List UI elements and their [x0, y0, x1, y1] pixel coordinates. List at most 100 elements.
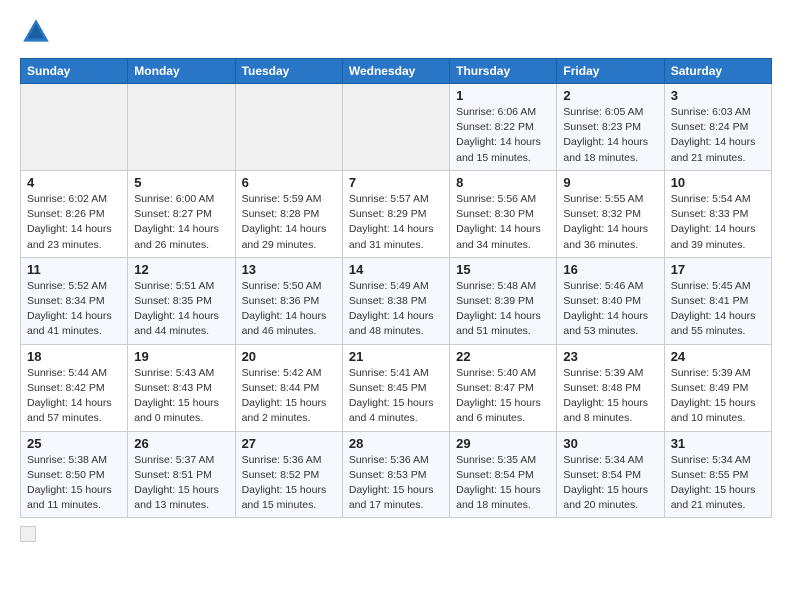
- day-number: 25: [27, 436, 121, 451]
- day-cell: 23Sunrise: 5:39 AM Sunset: 8:48 PM Dayli…: [557, 344, 664, 431]
- day-info: Sunrise: 5:46 AM Sunset: 8:40 PM Dayligh…: [563, 279, 657, 340]
- day-cell: 19 Sunrise: 5:43 AM Sunset: 8:43 PM Dayli…: [128, 344, 235, 431]
- day-cell: 24 Sunrise: 5:39 AM Sunset: 8:49 PM Dayli…: [664, 344, 771, 431]
- day-info: Sunrise: 6:03 AM Sunset: 8:24 PM Dayligh…: [671, 105, 765, 166]
- weekday-header-monday: Monday: [128, 59, 235, 84]
- day-cell: 30 Sunrise: 5:34 AM Sunset: 8:54 PM Dayli…: [557, 431, 664, 518]
- weekday-header-friday: Friday: [557, 59, 664, 84]
- day-info: Sunrise: 5:34 AM Sunset: 8:55 PM Dayligh…: [671, 453, 765, 514]
- day-number: 13: [242, 262, 336, 277]
- day-info: Sunrise: 5:51 AM Sunset: 8:35 PM Dayligh…: [134, 279, 228, 340]
- day-number: 21: [349, 349, 443, 364]
- day-info: Sunrise: 5:52 AM Sunset: 8:34 PM Dayligh…: [27, 279, 121, 340]
- day-info: Sunrise: 5:41 AM Sunset: 8:45 PM Dayligh…: [349, 366, 443, 427]
- day-number: 14: [349, 262, 443, 277]
- day-cell: 27Sunrise: 5:36 AM Sunset: 8:52 PM Dayli…: [235, 431, 342, 518]
- calendar-body: 1Sunrise: 6:06 AM Sunset: 8:22 PM Daylig…: [21, 84, 772, 518]
- day-cell: [128, 84, 235, 171]
- week-row-1: 1Sunrise: 6:06 AM Sunset: 8:22 PM Daylig…: [21, 84, 772, 171]
- day-cell: 15Sunrise: 5:48 AM Sunset: 8:39 PM Dayli…: [450, 257, 557, 344]
- week-row-4: 18 Sunrise: 5:44 AM Sunset: 8:42 PM Dayli…: [21, 344, 772, 431]
- day-cell: 16 Sunrise: 5:46 AM Sunset: 8:40 PM Dayli…: [557, 257, 664, 344]
- day-info: Sunrise: 5:37 AM Sunset: 8:51 PM Dayligh…: [134, 453, 228, 514]
- day-cell: 14 Sunrise: 5:49 AM Sunset: 8:38 PM Dayli…: [342, 257, 449, 344]
- day-info: Sunrise: 5:56 AM Sunset: 8:30 PM Dayligh…: [456, 192, 550, 253]
- day-cell: [235, 84, 342, 171]
- day-info: Sunrise: 5:39 AM Sunset: 8:49 PM Dayligh…: [671, 366, 765, 427]
- day-info: Sunrise: 5:44 AM Sunset: 8:42 PM Dayligh…: [27, 366, 121, 427]
- logo-icon: [20, 16, 52, 48]
- day-number: 1: [456, 88, 550, 103]
- day-number: 23: [563, 349, 657, 364]
- day-number: 24: [671, 349, 765, 364]
- day-cell: 10Sunrise: 5:54 AM Sunset: 8:33 PM Dayli…: [664, 170, 771, 257]
- week-row-3: 11 Sunrise: 5:52 AM Sunset: 8:34 PM Dayli…: [21, 257, 772, 344]
- day-number: 3: [671, 88, 765, 103]
- day-number: 20: [242, 349, 336, 364]
- day-cell: 22 Sunrise: 5:40 AM Sunset: 8:47 PM Dayli…: [450, 344, 557, 431]
- weekday-header-wednesday: Wednesday: [342, 59, 449, 84]
- day-cell: 11 Sunrise: 5:52 AM Sunset: 8:34 PM Dayli…: [21, 257, 128, 344]
- header: [20, 16, 772, 48]
- day-cell: 4Sunrise: 6:02 AM Sunset: 8:26 PM Daylig…: [21, 170, 128, 257]
- day-number: 6: [242, 175, 336, 190]
- day-info: Sunrise: 5:36 AM Sunset: 8:53 PM Dayligh…: [349, 453, 443, 514]
- day-cell: 6 Sunrise: 5:59 AM Sunset: 8:28 PM Daylig…: [235, 170, 342, 257]
- day-info: Sunrise: 5:57 AM Sunset: 8:29 PM Dayligh…: [349, 192, 443, 253]
- day-cell: 21 Sunrise: 5:41 AM Sunset: 8:45 PM Dayli…: [342, 344, 449, 431]
- week-row-2: 4Sunrise: 6:02 AM Sunset: 8:26 PM Daylig…: [21, 170, 772, 257]
- day-cell: 29Sunrise: 5:35 AM Sunset: 8:54 PM Dayli…: [450, 431, 557, 518]
- day-info: Sunrise: 5:49 AM Sunset: 8:38 PM Dayligh…: [349, 279, 443, 340]
- week-row-5: 25 Sunrise: 5:38 AM Sunset: 8:50 PM Dayli…: [21, 431, 772, 518]
- day-number: 19: [134, 349, 228, 364]
- day-info: Sunrise: 5:45 AM Sunset: 8:41 PM Dayligh…: [671, 279, 765, 340]
- weekday-header-tuesday: Tuesday: [235, 59, 342, 84]
- day-number: 5: [134, 175, 228, 190]
- day-info: Sunrise: 5:35 AM Sunset: 8:54 PM Dayligh…: [456, 453, 550, 514]
- day-cell: 31 Sunrise: 5:34 AM Sunset: 8:55 PM Dayli…: [664, 431, 771, 518]
- day-number: 30: [563, 436, 657, 451]
- day-number: 27: [242, 436, 336, 451]
- day-cell: [21, 84, 128, 171]
- day-cell: 12Sunrise: 5:51 AM Sunset: 8:35 PM Dayli…: [128, 257, 235, 344]
- day-cell: 7Sunrise: 5:57 AM Sunset: 8:29 PM Daylig…: [342, 170, 449, 257]
- day-cell: [342, 84, 449, 171]
- day-number: 28: [349, 436, 443, 451]
- day-number: 4: [27, 175, 121, 190]
- day-number: 26: [134, 436, 228, 451]
- legend-color-swatch: [20, 526, 36, 542]
- day-cell: 17 Sunrise: 5:45 AM Sunset: 8:41 PM Dayli…: [664, 257, 771, 344]
- day-number: 16: [563, 262, 657, 277]
- day-number: 17: [671, 262, 765, 277]
- day-cell: 1Sunrise: 6:06 AM Sunset: 8:22 PM Daylig…: [450, 84, 557, 171]
- day-number: 22: [456, 349, 550, 364]
- day-cell: 25 Sunrise: 5:38 AM Sunset: 8:50 PM Dayli…: [21, 431, 128, 518]
- day-cell: 8 Sunrise: 5:56 AM Sunset: 8:30 PM Daylig…: [450, 170, 557, 257]
- weekday-header-sunday: Sunday: [21, 59, 128, 84]
- day-cell: 26 Sunrise: 5:37 AM Sunset: 8:51 PM Dayli…: [128, 431, 235, 518]
- day-number: 11: [27, 262, 121, 277]
- weekday-header-saturday: Saturday: [664, 59, 771, 84]
- day-info: Sunrise: 5:38 AM Sunset: 8:50 PM Dayligh…: [27, 453, 121, 514]
- day-info: Sunrise: 5:59 AM Sunset: 8:28 PM Dayligh…: [242, 192, 336, 253]
- day-cell: 3 Sunrise: 6:03 AM Sunset: 8:24 PM Daylig…: [664, 84, 771, 171]
- day-info: Sunrise: 5:43 AM Sunset: 8:43 PM Dayligh…: [134, 366, 228, 427]
- day-number: 8: [456, 175, 550, 190]
- day-info: Sunrise: 5:55 AM Sunset: 8:32 PM Dayligh…: [563, 192, 657, 253]
- day-info: Sunrise: 5:54 AM Sunset: 8:33 PM Dayligh…: [671, 192, 765, 253]
- day-cell: 28 Sunrise: 5:36 AM Sunset: 8:53 PM Dayli…: [342, 431, 449, 518]
- day-number: 18: [27, 349, 121, 364]
- day-info: Sunrise: 5:34 AM Sunset: 8:54 PM Dayligh…: [563, 453, 657, 514]
- day-number: 2: [563, 88, 657, 103]
- day-info: Sunrise: 5:48 AM Sunset: 8:39 PM Dayligh…: [456, 279, 550, 340]
- footer-legend: [20, 526, 772, 542]
- day-number: 31: [671, 436, 765, 451]
- page: SundayMondayTuesdayWednesdayThursdayFrid…: [0, 0, 792, 558]
- day-info: Sunrise: 5:50 AM Sunset: 8:36 PM Dayligh…: [242, 279, 336, 340]
- day-info: Sunrise: 6:05 AM Sunset: 8:23 PM Dayligh…: [563, 105, 657, 166]
- day-info: Sunrise: 5:40 AM Sunset: 8:47 PM Dayligh…: [456, 366, 550, 427]
- calendar-header: SundayMondayTuesdayWednesdayThursdayFrid…: [21, 59, 772, 84]
- weekday-row: SundayMondayTuesdayWednesdayThursdayFrid…: [21, 59, 772, 84]
- day-cell: 5Sunrise: 6:00 AM Sunset: 8:27 PM Daylig…: [128, 170, 235, 257]
- day-number: 9: [563, 175, 657, 190]
